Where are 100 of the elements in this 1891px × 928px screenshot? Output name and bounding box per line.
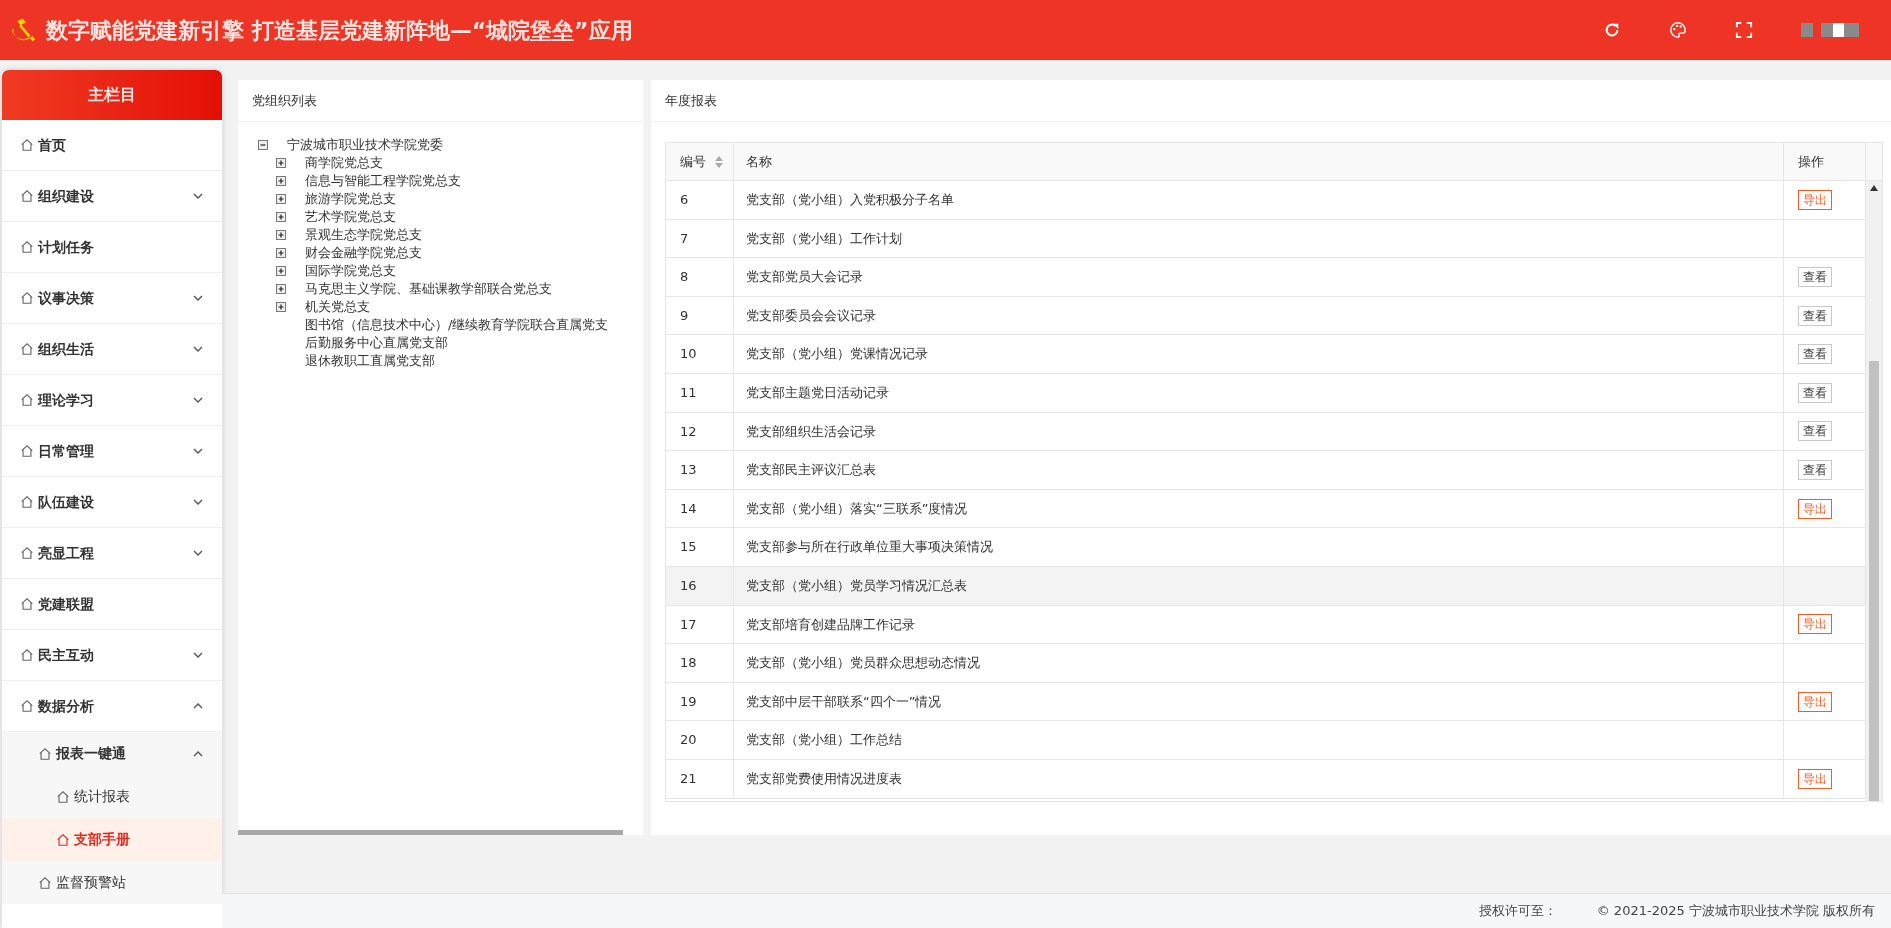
table-cell: 18 — [666, 644, 734, 682]
table-cell: 党支部（党小组）工作总结 — [734, 721, 1784, 759]
table-cell: 党支部（党小组）工作计划 — [734, 219, 1784, 258]
table-cell: 党支部参与所在行政单位重大事项决策情况 — [734, 528, 1784, 566]
table-cell: 党支部（党小组）党员学习情况汇总表 — [734, 566, 1784, 605]
home-icon — [20, 189, 34, 203]
sidebar-item[interactable]: 亮显工程 — [2, 528, 222, 579]
license-text: 授权许可至： — [1478, 902, 1557, 921]
table-cell: 7 — [666, 219, 734, 258]
tree-node[interactable]: 财会金融学院党总支 — [305, 244, 422, 262]
copyright-text: © 2021-2025 宁波城市职业技术学院 版权所有 — [1596, 902, 1875, 921]
sort-icon — [714, 154, 724, 169]
panel-title: 党组织列表 — [238, 80, 643, 122]
tree-toggle-icon[interactable] — [276, 212, 286, 222]
table-cell: 14 — [666, 489, 734, 528]
tree-node[interactable]: 国际学院党总支 — [305, 262, 396, 280]
tree-node[interactable]: 景观生态学院党总支 — [305, 226, 422, 244]
table-cell: 党支部组织生活会记录 — [734, 412, 1784, 451]
home-icon — [20, 495, 34, 509]
scroll-up-icon — [1870, 185, 1878, 191]
home-icon — [20, 444, 34, 458]
view-button[interactable]: 查看 — [1798, 305, 1832, 326]
sidebar-item[interactable]: 党建联盟 — [2, 579, 222, 630]
fullscreen-icon[interactable] — [1735, 21, 1753, 39]
view-button[interactable]: 查看 — [1798, 382, 1832, 403]
tree-node[interactable]: 旅游学院党总支 — [305, 190, 396, 208]
home-icon — [56, 789, 70, 804]
tree-node[interactable]: 机关党总支 — [305, 298, 370, 316]
tree-node[interactable]: 退休教职工直属党支部 — [305, 352, 435, 370]
column-header: 编号 — [680, 152, 706, 171]
sidebar-title: 主栏目 — [2, 70, 222, 120]
sidebar-item[interactable]: 报表一键通 — [2, 732, 222, 775]
table-cell: 21 — [666, 759, 734, 798]
view-button[interactable]: 查看 — [1798, 421, 1832, 442]
table-cell: 党支部委员会会议记录 — [734, 296, 1784, 335]
column-header: 操作 — [1798, 152, 1824, 171]
table-cell: 党支部（党小组）落实“三联系”度情况 — [734, 489, 1784, 528]
sidebar-item[interactable]: 理论学习 — [2, 375, 222, 426]
home-icon — [56, 832, 70, 847]
tree-node[interactable]: 艺术学院党总支 — [305, 208, 396, 226]
tree-toggle-icon[interactable] — [258, 140, 268, 150]
sidebar-item[interactable]: 组织生活 — [2, 324, 222, 375]
horizontal-scrollbar[interactable] — [238, 830, 623, 835]
tree-node[interactable]: 宁波城市职业技术学院党委 — [287, 136, 443, 154]
tree-node[interactable]: 信息与智能工程学院党总支 — [305, 172, 461, 190]
tree-toggle-icon[interactable] — [276, 302, 286, 312]
home-icon — [20, 138, 34, 152]
tree-toggle-icon[interactable] — [276, 266, 286, 276]
tree-toggle-icon[interactable] — [276, 284, 286, 294]
table-cell: 16 — [666, 566, 734, 605]
home-icon — [20, 291, 34, 305]
table-cell: 党支部党员大会记录 — [734, 258, 1784, 296]
sidebar-item[interactable]: 组织建设 — [2, 171, 222, 222]
sidebar-item[interactable]: 议事决策 — [2, 273, 222, 324]
sidebar-item[interactable]: 民主互动 — [2, 630, 222, 681]
table-cell: 8 — [666, 258, 734, 296]
home-icon — [20, 648, 34, 662]
tree-node[interactable]: 商学院党总支 — [305, 154, 383, 172]
palette-icon[interactable] — [1669, 21, 1687, 39]
tree-node[interactable]: 图书馆（信息技术中心）/继续教育学院联合直属党支 — [305, 316, 609, 334]
table-cell: 党支部培育创建品牌工作记录 — [734, 605, 1784, 644]
table-cell: 20 — [666, 721, 734, 759]
table-cell: 9 — [666, 296, 734, 335]
view-button[interactable]: 查看 — [1798, 344, 1832, 365]
view-button[interactable]: 查看 — [1798, 267, 1832, 287]
sidebar-item[interactable]: 首页 — [2, 120, 222, 171]
home-icon — [20, 597, 34, 611]
table-cell: 17 — [666, 605, 734, 644]
home-icon — [20, 699, 34, 713]
home-icon — [20, 240, 34, 254]
sidebar-item[interactable]: 计划任务 — [2, 222, 222, 273]
table-cell: 党支部中层干部联系“四个一”情况 — [734, 682, 1784, 721]
tree-toggle-icon[interactable] — [276, 194, 286, 204]
home-icon — [20, 546, 34, 560]
vertical-scrollbar[interactable] — [1866, 181, 1882, 801]
tree-toggle-icon[interactable] — [276, 230, 286, 240]
tree-node[interactable]: 马克思主义学院、基础课教学部联合党总支 — [305, 280, 552, 298]
home-icon — [38, 746, 52, 761]
table-cell: 12 — [666, 412, 734, 451]
refresh-icon[interactable] — [1603, 21, 1621, 39]
tree-node[interactable]: 后勤服务中心直属党支部 — [305, 334, 448, 352]
table-cell: 10 — [666, 335, 734, 373]
sidebar-item[interactable]: 监督预警站 — [2, 861, 222, 904]
view-button[interactable]: 查看 — [1798, 459, 1832, 480]
panel-title: 年度报表 — [651, 80, 1891, 122]
table-cell: 13 — [666, 451, 734, 489]
sidebar-item[interactable]: 支部手册 — [2, 818, 222, 861]
sidebar-item[interactable]: 队伍建设 — [2, 477, 222, 528]
tree-toggle-icon[interactable] — [276, 176, 286, 186]
home-icon — [20, 342, 34, 356]
column-header: 名称 — [746, 152, 772, 171]
table-cell: 11 — [666, 373, 734, 412]
home-icon — [38, 875, 52, 890]
home-icon — [20, 393, 34, 407]
table-cell: 党支部党费使用情况进度表 — [734, 759, 1784, 798]
table-cell: 党支部主题党日活动记录 — [734, 373, 1784, 412]
sidebar-item[interactable]: 统计报表 — [2, 775, 222, 818]
tree-toggle-icon[interactable] — [276, 158, 286, 168]
sidebar-item[interactable]: 日常管理 — [2, 426, 222, 477]
tree-toggle-icon[interactable] — [276, 248, 286, 258]
